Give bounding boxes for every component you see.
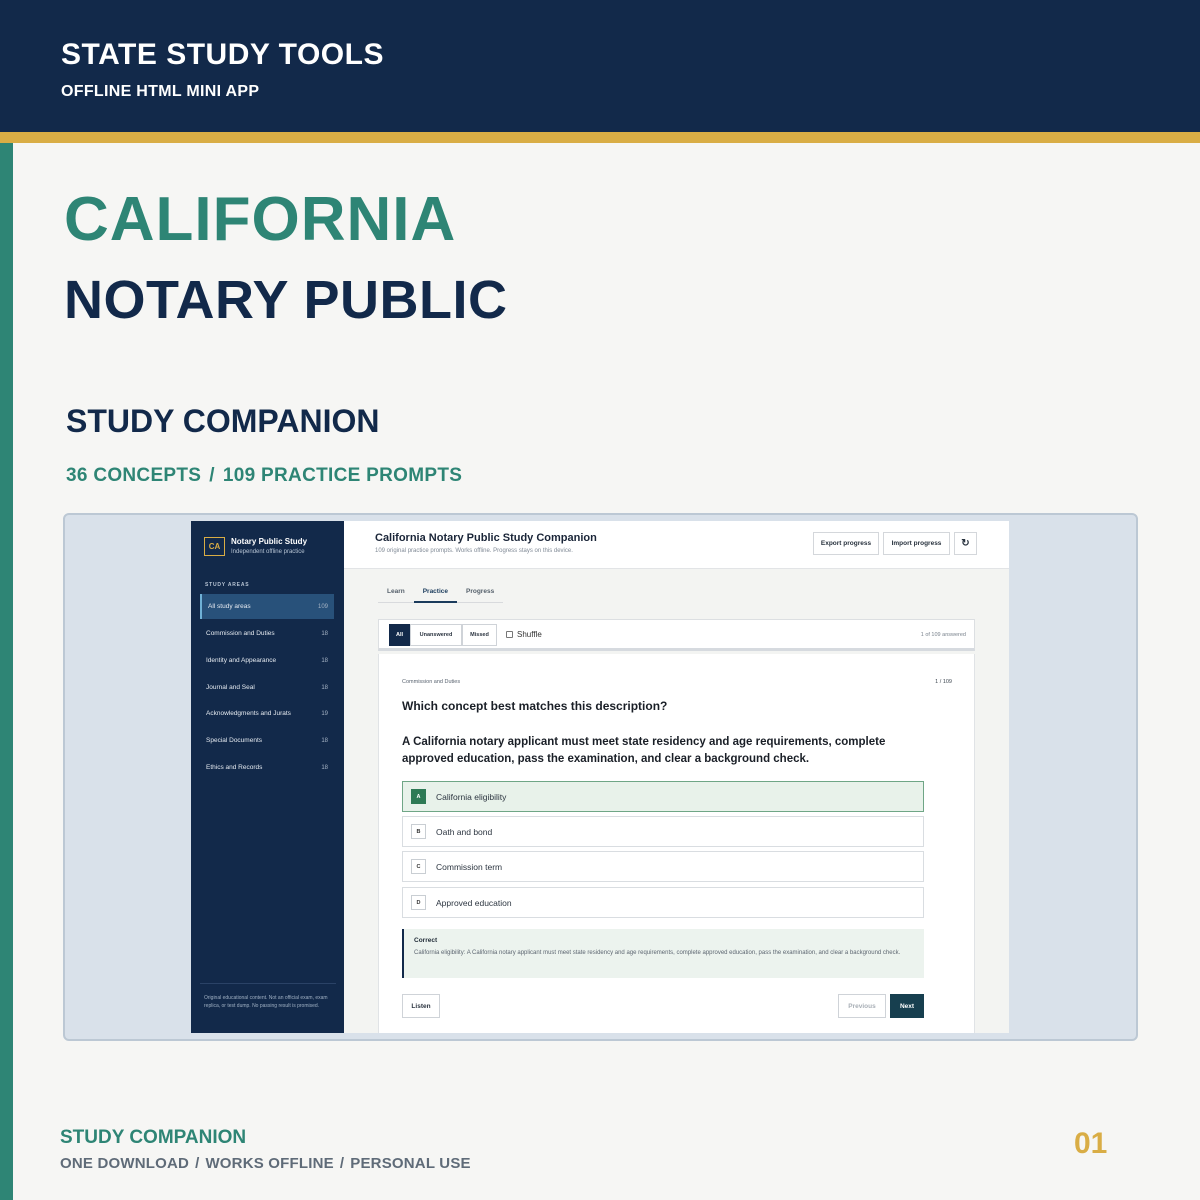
- shuffle-toggle[interactable]: Shuffle: [506, 630, 542, 639]
- option-letter: C: [411, 859, 426, 874]
- shuffle-checkbox[interactable]: [506, 631, 513, 638]
- top-banner: STATE STUDY TOOLS OFFLINE HTML MINI APP: [0, 0, 1200, 143]
- previous-button[interactable]: Previous: [838, 994, 886, 1018]
- feedback-text: California eligibility: A California not…: [414, 950, 901, 956]
- page-number: 01: [1074, 1127, 1108, 1160]
- counts-line: 36 CONCEPTS / 109 PRACTICE PROMPTS: [66, 465, 462, 487]
- footer-tag: ONE DOWNLOAD: [60, 1155, 190, 1172]
- product-heading: STUDY COMPANION: [66, 403, 380, 439]
- sidebar-disclaimer: Original educational content. Not an off…: [204, 995, 328, 1009]
- question-description: A California notary applicant must meet …: [402, 736, 886, 766]
- logo-badge: CA: [204, 537, 225, 556]
- prompts-count: 109 PRACTICE PROMPTS: [222, 465, 463, 486]
- answer-option-c[interactable]: C Commission term: [402, 851, 924, 882]
- footer-product: STUDY COMPANION: [60, 1127, 247, 1148]
- question-number: 1 / 109: [935, 679, 952, 685]
- sidebar-item-label: Identity and Appearance: [206, 657, 277, 664]
- shuffle-label: Shuffle: [517, 630, 542, 639]
- sidebar-item-count: 109: [317, 603, 328, 610]
- sidebar-item-label: All study areas: [208, 603, 251, 610]
- sidebar-item-count: 18: [321, 764, 328, 771]
- sidebar-item-count: 19: [321, 710, 328, 717]
- sidebar-item-count: 18: [321, 737, 328, 744]
- footer-tag: PERSONAL USE: [350, 1155, 471, 1172]
- sidebar-title: Notary Public Study: [231, 537, 308, 546]
- question-prompt: Which concept best matches this descript…: [402, 699, 668, 713]
- app-subtitle: 109 original practice prompts. Works off…: [375, 548, 573, 554]
- answer-option-a[interactable]: A California eligibility: [402, 781, 924, 812]
- tab-learn[interactable]: Learn: [378, 581, 414, 603]
- question-area: Commission and Duties: [402, 679, 461, 685]
- feedback-title: Correct: [414, 937, 438, 944]
- option-letter: D: [411, 895, 426, 910]
- footer-tag: WORKS OFFLINE: [205, 1155, 334, 1172]
- accent-stripe: [0, 143, 13, 1200]
- sidebar-item-all[interactable]: All study areas 109: [200, 594, 334, 619]
- sidebar-item-label: Special Documents: [206, 737, 262, 744]
- reset-icon[interactable]: ↻: [954, 532, 977, 555]
- sidebar-item-count: 18: [321, 684, 328, 691]
- sidebar-item-label: Commission and Duties: [206, 630, 275, 637]
- gold-divider: [0, 132, 1200, 143]
- answer-option-b[interactable]: B Oath and bond: [402, 816, 924, 847]
- app-window: CA Notary Public Study Independent offli…: [191, 521, 1009, 1033]
- next-button[interactable]: Next: [890, 994, 924, 1018]
- option-text: Oath and bond: [436, 826, 493, 837]
- sidebar-item-identity[interactable]: Identity and Appearance 18: [200, 648, 334, 673]
- question-card: Commission and Duties 1 / 109 Which conc…: [378, 654, 975, 1033]
- footer-separator: /: [195, 1155, 200, 1172]
- brand-title: STATE STUDY TOOLS: [61, 38, 384, 71]
- sidebar-item-journal[interactable]: Journal and Seal 18: [200, 675, 334, 700]
- filter-unanswered-button[interactable]: Unanswered: [410, 624, 462, 646]
- filter-bar: All Unanswered Missed Shuffle 1 of 109 a…: [378, 619, 975, 651]
- footer-tags: ONE DOWNLOAD / WORKS OFFLINE / PERSONAL USE: [60, 1155, 471, 1172]
- option-letter: B: [411, 824, 426, 839]
- sidebar-item-label: Journal and Seal: [206, 684, 255, 691]
- study-areas-label: STUDY AREAS: [205, 582, 250, 588]
- state-heading: CALIFORNIA: [64, 185, 457, 254]
- option-letter: A: [411, 789, 426, 804]
- footer-separator: /: [339, 1155, 345, 1172]
- sidebar-item-label: Acknowledgments and Jurats: [206, 710, 291, 717]
- sidebar-item-count: 18: [321, 657, 328, 664]
- counts-separator: /: [209, 465, 215, 486]
- sidebar-item-commission[interactable]: Commission and Duties 18: [200, 621, 334, 646]
- brand-subtitle: OFFLINE HTML MINI APP: [61, 83, 260, 100]
- app-title: California Notary Public Study Companion: [375, 532, 597, 544]
- sidebar-item-count: 18: [321, 630, 328, 637]
- filter-missed-button[interactable]: Missed: [462, 624, 497, 646]
- option-text: Approved education: [436, 897, 512, 908]
- app-header: California Notary Public Study Companion…: [344, 521, 1009, 569]
- sidebar: CA Notary Public Study Independent offli…: [191, 521, 344, 1033]
- sidebar-item-ethics[interactable]: Ethics and Records 18: [200, 755, 334, 780]
- tab-practice[interactable]: Practice: [413, 581, 457, 603]
- sidebar-item-acknowledgments[interactable]: Acknowledgments and Jurats 19: [200, 701, 334, 726]
- concepts-count: 36 CONCEPTS: [66, 465, 202, 486]
- sidebar-item-special-documents[interactable]: Special Documents 18: [200, 728, 334, 753]
- filter-all-button[interactable]: All: [389, 624, 410, 646]
- exam-heading: NOTARY PUBLIC: [64, 270, 508, 330]
- sidebar-subtitle: Independent offline practice: [231, 549, 305, 555]
- feedback-panel: Correct California eligibility: A Califo…: [402, 929, 924, 978]
- listen-button[interactable]: Listen: [402, 994, 440, 1018]
- option-text: Commission term: [436, 861, 503, 872]
- export-progress-button[interactable]: Export progress: [813, 532, 879, 555]
- option-text: California eligibility: [436, 791, 507, 802]
- sidebar-item-label: Ethics and Records: [206, 764, 263, 771]
- answered-count: 1 of 109 answered: [920, 632, 966, 638]
- import-progress-button[interactable]: Import progress: [883, 532, 950, 555]
- tab-bar: Learn Practice Progress: [378, 581, 504, 603]
- answer-option-d[interactable]: D Approved education: [402, 887, 924, 918]
- tab-progress[interactable]: Progress: [457, 581, 503, 603]
- sidebar-divider: [200, 983, 336, 984]
